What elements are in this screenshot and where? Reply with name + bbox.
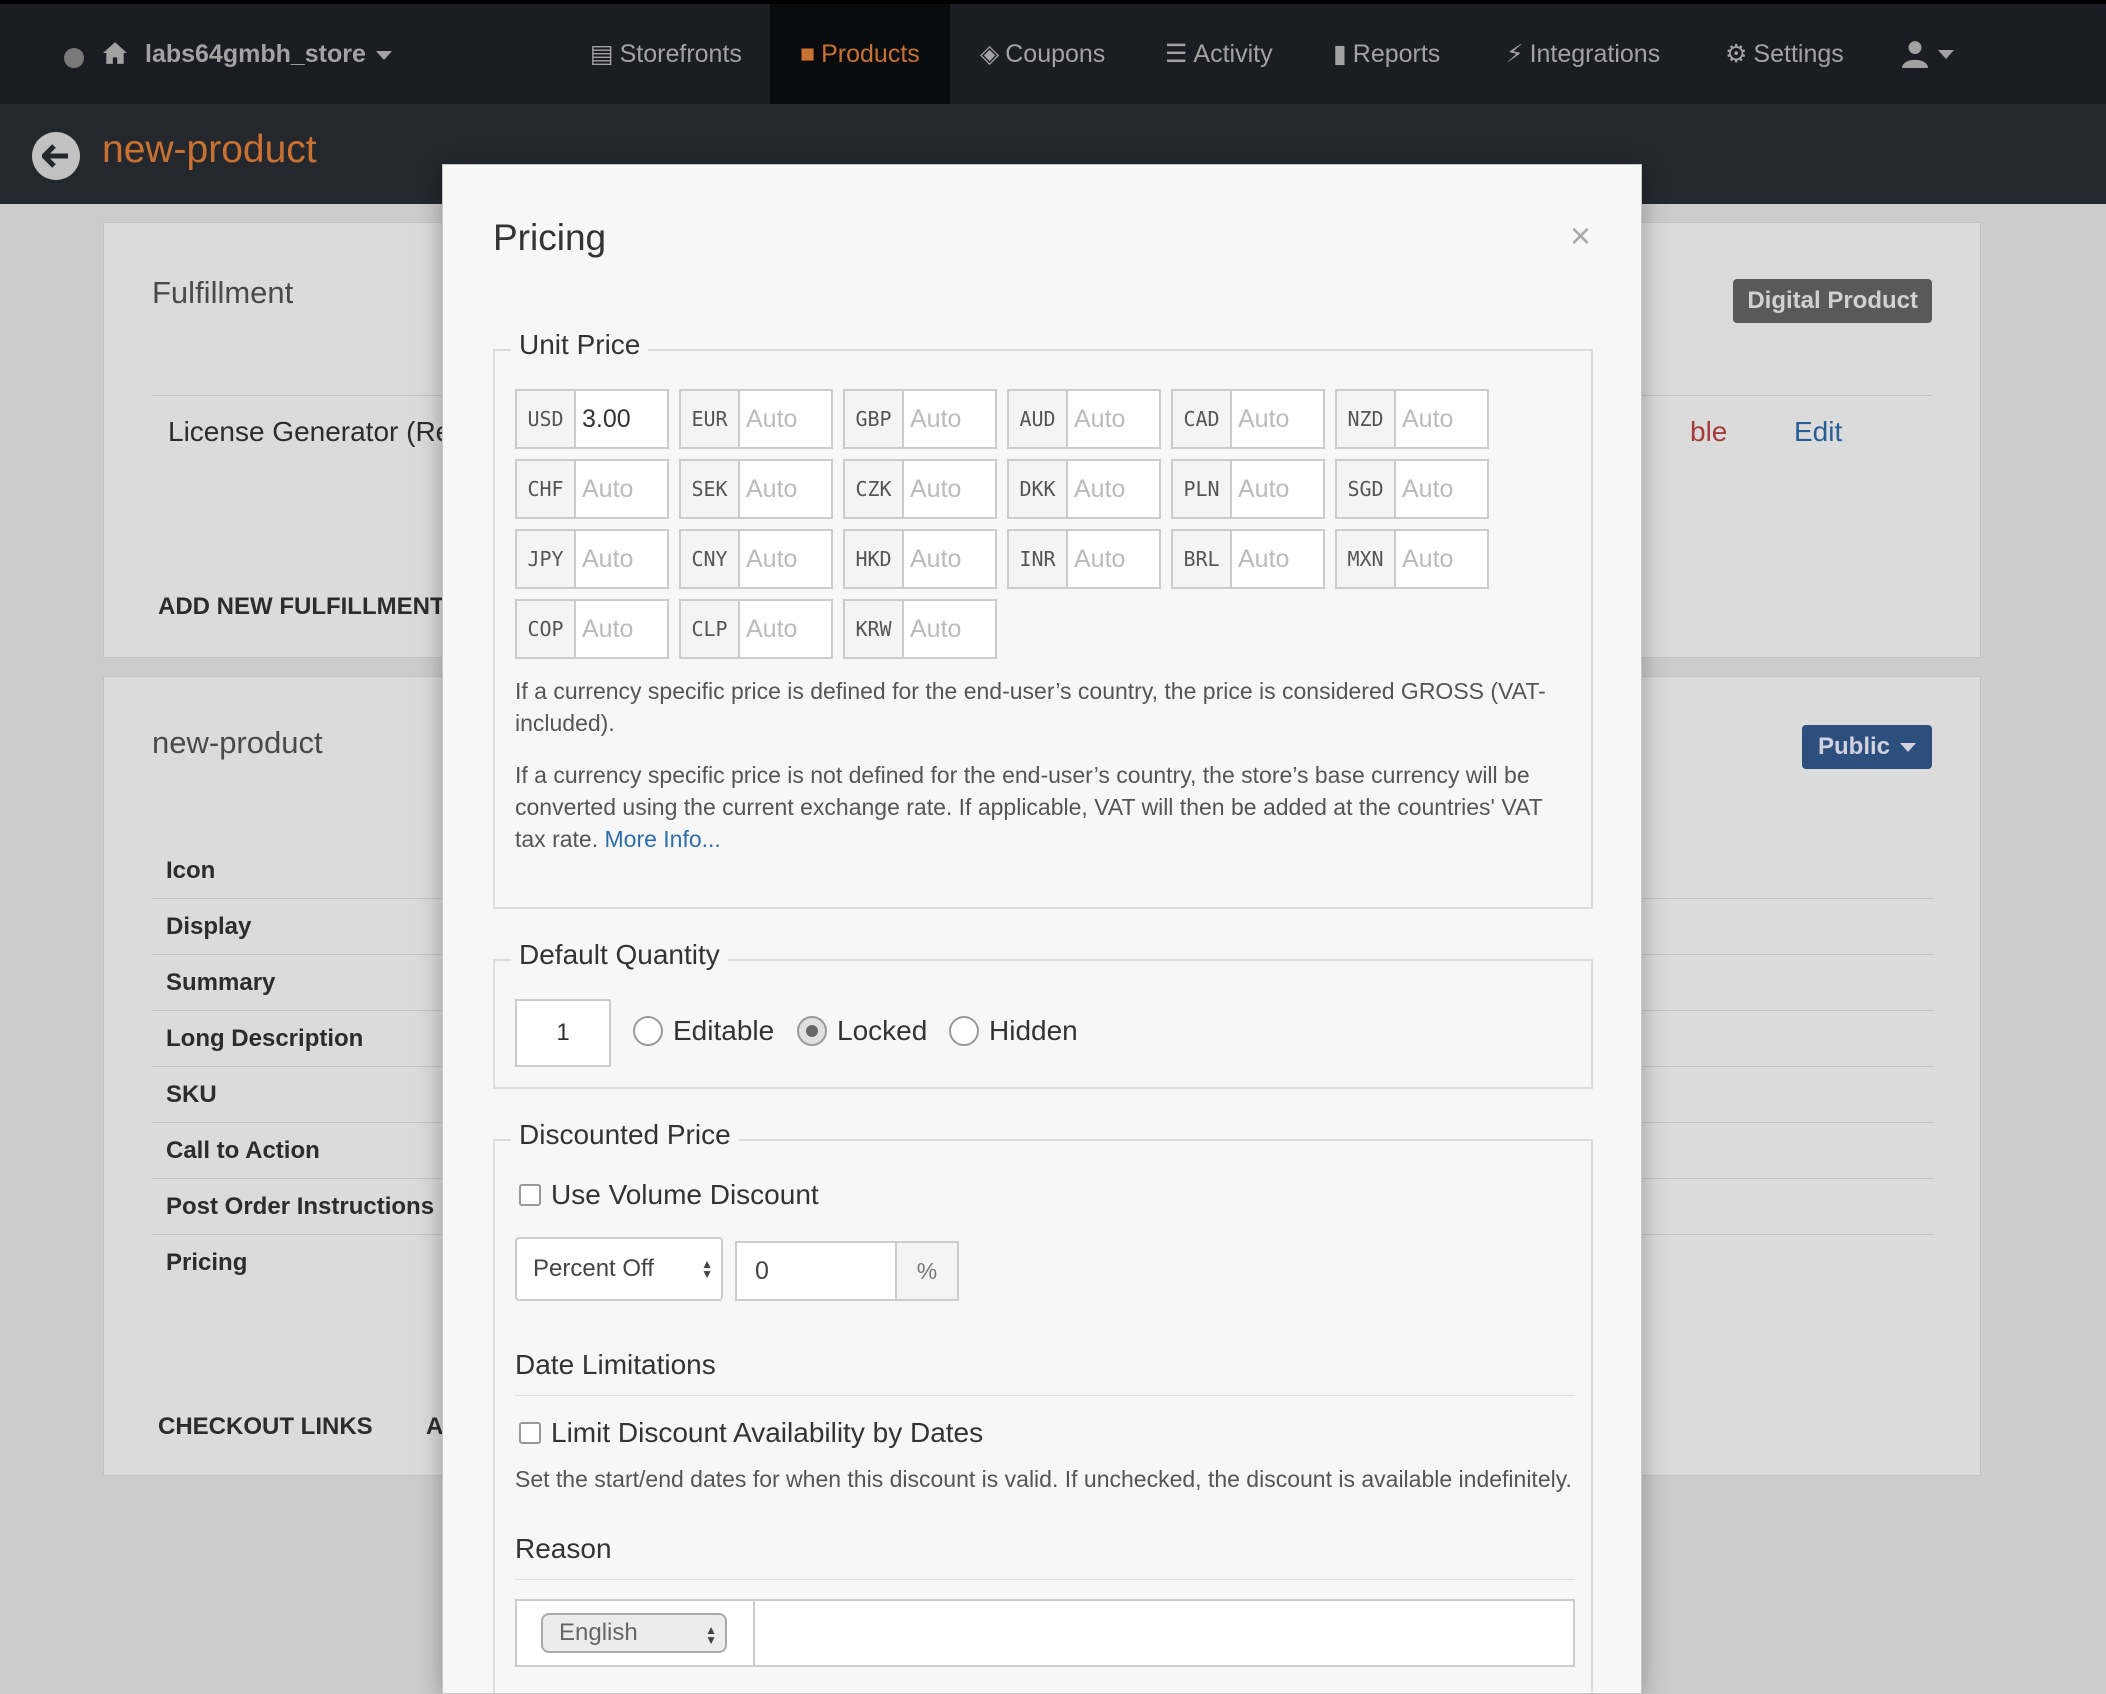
currency-price-input[interactable] — [1232, 531, 1322, 587]
unit-price-legend: Unit Price — [511, 329, 649, 361]
currency-code: GBP — [845, 391, 904, 447]
currency-field-nzd[interactable]: NZD — [1335, 389, 1489, 449]
default-quantity-legend: Default Quantity — [511, 939, 728, 971]
modal-title: Pricing — [493, 217, 607, 258]
currency-code: DKK — [1009, 461, 1068, 517]
date-help: Set the start/end dates for when this di… — [515, 1466, 1572, 1492]
currency-field-eur[interactable]: EUR — [679, 389, 833, 449]
reason-heading: Reason — [515, 1533, 612, 1564]
currency-field-dkk[interactable]: DKK — [1007, 459, 1161, 519]
currency-code: PLN — [1173, 461, 1232, 517]
discount-value-input[interactable]: 0% — [735, 1241, 959, 1301]
currency-price-input[interactable] — [576, 601, 666, 657]
currency-price-input[interactable] — [740, 461, 830, 517]
currency-code: CHF — [517, 461, 576, 517]
currency-price-input[interactable] — [576, 391, 666, 447]
radio-button[interactable] — [633, 1016, 663, 1046]
divider — [515, 1395, 1575, 1396]
currency-code: CNY — [681, 531, 740, 587]
limit-by-dates[interactable]: Limit Discount Availability by Dates — [519, 1417, 983, 1449]
radio-button[interactable] — [797, 1016, 827, 1046]
currency-code: EUR — [681, 391, 740, 447]
checkbox[interactable] — [519, 1422, 541, 1444]
currency-price-input[interactable] — [1232, 461, 1322, 517]
currency-code: CZK — [845, 461, 904, 517]
unit-price-section: Unit Price USD EUR GBP AUD CAD NZD CHF SEK CZK DK… — [493, 329, 1593, 909]
currency-field-cny[interactable]: CNY — [679, 529, 833, 589]
currency-code: HKD — [845, 531, 904, 587]
quantity-input[interactable]: 1 — [515, 999, 611, 1067]
currency-code: CAD — [1173, 391, 1232, 447]
currency-field-cad[interactable]: CAD — [1171, 389, 1325, 449]
discount-type-select[interactable]: Percent Off ▲ ▼ — [515, 1237, 723, 1301]
currency-price-input[interactable] — [740, 601, 830, 657]
currency-price-input[interactable] — [904, 461, 994, 517]
select-arrows-icon: ▲ ▼ — [701, 1257, 713, 1281]
currency-price-input[interactable] — [576, 461, 666, 517]
radio-hidden[interactable]: Hidden — [949, 1015, 1078, 1047]
currency-field-czk[interactable]: CZK — [843, 459, 997, 519]
currency-code: BRL — [1173, 531, 1232, 587]
currency-price-input[interactable] — [740, 391, 830, 447]
conversion-help: If a currency specific price is not defi… — [515, 762, 1543, 852]
currency-code: COP — [517, 601, 576, 657]
date-limitations-heading: Date Limitations — [515, 1349, 716, 1380]
currency-code: SGD — [1337, 461, 1396, 517]
currency-price-input[interactable] — [904, 391, 994, 447]
currency-price-input[interactable] — [1068, 461, 1158, 517]
currency-price-input[interactable] — [904, 531, 994, 587]
currency-field-hkd[interactable]: HKD — [843, 529, 997, 589]
currency-code: JPY — [517, 531, 576, 587]
currency-price-input[interactable] — [740, 531, 830, 587]
close-icon[interactable]: × — [1570, 215, 1591, 257]
currency-field-mxn[interactable]: MXN — [1335, 529, 1489, 589]
currency-price-input[interactable] — [1068, 531, 1158, 587]
currency-field-brl[interactable]: BRL — [1171, 529, 1325, 589]
language-select[interactable]: English ▲ ▼ — [541, 1613, 727, 1653]
currency-code: NZD — [1337, 391, 1396, 447]
currency-field-sgd[interactable]: SGD — [1335, 459, 1489, 519]
radio-button[interactable] — [949, 1016, 979, 1046]
currency-code: SEK — [681, 461, 740, 517]
currency-field-inr[interactable]: INR — [1007, 529, 1161, 589]
divider — [515, 1579, 1575, 1580]
currency-field-usd[interactable]: USD — [515, 389, 669, 449]
currency-code: CLP — [681, 601, 740, 657]
currency-code: INR — [1009, 531, 1068, 587]
currency-code: KRW — [845, 601, 904, 657]
currency-price-input[interactable] — [1396, 461, 1486, 517]
reason-input-group: English ▲ ▼ — [515, 1599, 1575, 1667]
currency-field-pln[interactable]: PLN — [1171, 459, 1325, 519]
currency-field-chf[interactable]: CHF — [515, 459, 669, 519]
currency-field-clp[interactable]: CLP — [679, 599, 833, 659]
currency-field-sek[interactable]: SEK — [679, 459, 833, 519]
use-volume-discount[interactable]: Use Volume Discount — [519, 1179, 819, 1211]
radio-editable[interactable]: Editable — [633, 1015, 774, 1047]
currency-field-gbp[interactable]: GBP — [843, 389, 997, 449]
divider — [753, 1601, 755, 1665]
currency-field-jpy[interactable]: JPY — [515, 529, 669, 589]
currency-code: USD — [517, 391, 576, 447]
more-info-link[interactable]: More Info... — [605, 826, 721, 852]
currency-field-aud[interactable]: AUD — [1007, 389, 1161, 449]
default-quantity-section: Default Quantity 1 Editable Locked Hidde… — [493, 939, 1593, 1089]
gross-price-help: If a currency specific price is defined … — [515, 678, 1546, 736]
currency-price-input[interactable] — [1396, 391, 1486, 447]
checkbox[interactable] — [519, 1184, 541, 1206]
currency-price-input[interactable] — [1396, 531, 1486, 587]
currency-field-krw[interactable]: KRW — [843, 599, 997, 659]
discounted-price-legend: Discounted Price — [511, 1119, 739, 1151]
currency-code: MXN — [1337, 531, 1396, 587]
currency-price-input[interactable] — [1232, 391, 1322, 447]
discounted-price-section: Discounted Price Use Volume Discount Per… — [493, 1119, 1593, 1693]
select-arrows-icon: ▲ ▼ — [705, 1623, 717, 1647]
pricing-modal: Pricing × Unit Price USD EUR GBP AUD CAD NZD C… — [442, 164, 1642, 1694]
radio-locked[interactable]: Locked — [797, 1015, 927, 1047]
currency-price-input[interactable] — [1068, 391, 1158, 447]
currency-code: AUD — [1009, 391, 1068, 447]
currency-price-input[interactable] — [576, 531, 666, 587]
currency-field-cop[interactable]: COP — [515, 599, 669, 659]
currency-price-input[interactable] — [904, 601, 994, 657]
